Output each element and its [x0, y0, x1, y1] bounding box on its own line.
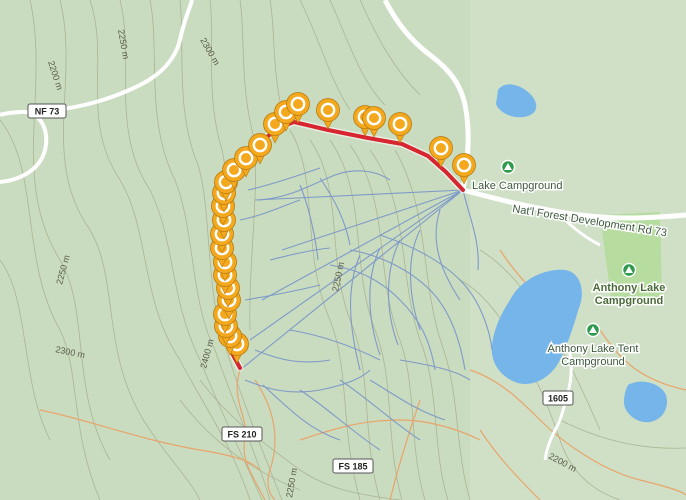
svg-text:FS 185: FS 185 — [338, 462, 367, 472]
map-canvas[interactable]: 2200 m 2250 m 2300 m 2250 m 2300 m 2400 … — [0, 0, 686, 500]
svg-text:1605: 1605 — [548, 394, 568, 404]
campground-icon[interactable] — [585, 322, 601, 338]
anthony-lake-tent-label-line2: Campground — [561, 356, 625, 368]
campground-icon[interactable] — [500, 159, 516, 175]
road-shield-fs210: FS 210 — [221, 426, 263, 442]
road-shield-nf73: NF 73 — [27, 103, 67, 119]
anthony-lake-campground-label-line2: Campground — [595, 295, 663, 307]
road-shield-fs185: FS 185 — [332, 458, 374, 474]
lake-campground-label: Lake Campground — [472, 180, 563, 192]
road-shield-1605: 1605 — [542, 390, 574, 406]
campground-icon[interactable] — [621, 262, 637, 278]
map-svg[interactable]: 2200 m 2250 m 2300 m 2250 m 2300 m 2400 … — [0, 0, 686, 500]
anthony-lake-tent-label-line1: Anthony Lake Tent — [548, 343, 639, 355]
anthony-lake-campground-label-line1: Anthony Lake — [593, 282, 666, 294]
svg-text:FS 210: FS 210 — [227, 430, 256, 440]
svg-text:NF 73: NF 73 — [35, 107, 60, 117]
